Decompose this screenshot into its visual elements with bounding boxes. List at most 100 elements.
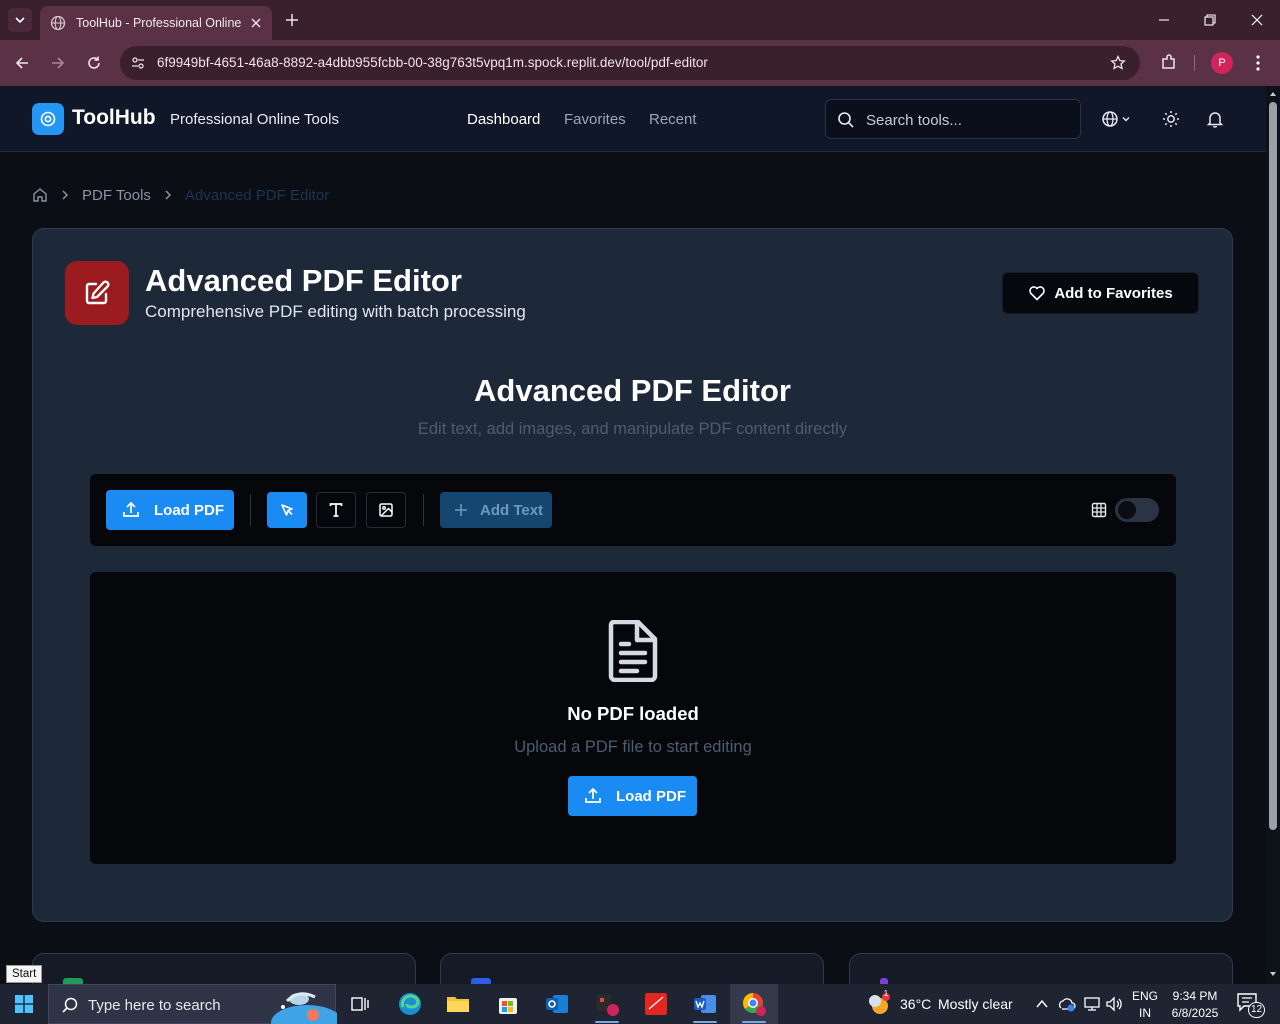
word-app[interactable] [681, 984, 729, 1024]
load-pdf-button[interactable]: Load PDF [106, 490, 234, 530]
tab-title: ToolHub - Professional Online T [76, 16, 242, 30]
edge-app[interactable] [386, 984, 434, 1024]
globe-icon [1102, 111, 1118, 127]
reload-button[interactable] [82, 51, 106, 75]
upload-icon [584, 787, 602, 805]
tool-title: Advanced PDF Editor [145, 263, 462, 298]
extensions-button[interactable] [1158, 51, 1180, 73]
grid-toggle[interactable] [1115, 498, 1159, 522]
browser-menu-button[interactable] [1248, 52, 1268, 74]
onedrive-icon[interactable] [1058, 995, 1076, 1013]
nav-favorites[interactable]: Favorites [564, 111, 626, 128]
start-button[interactable] [0, 984, 48, 1024]
forward-button[interactable] [46, 51, 70, 75]
back-button[interactable] [10, 51, 34, 75]
pinned-app[interactable] [583, 984, 631, 1024]
favorites-label: Add to Favorites [1054, 284, 1173, 302]
new-tab-button[interactable] [282, 10, 302, 30]
restore-icon [1204, 14, 1216, 26]
running-indicator [742, 1021, 766, 1023]
search-input[interactable] [866, 109, 1071, 131]
empty-state-title: No PDF loaded [567, 703, 699, 724]
related-tool-card[interactable] [32, 953, 416, 984]
add-text-button[interactable]: Add Text [440, 492, 552, 528]
store-app[interactable] [484, 984, 532, 1024]
network-icon[interactable] [1083, 995, 1101, 1013]
add-to-favorites-button[interactable]: Add to Favorites [1002, 272, 1199, 314]
taskbar-search-placeholder: Type here to search [88, 997, 221, 1014]
site-info-icon[interactable] [128, 53, 148, 73]
chrome-app[interactable] [730, 984, 778, 1024]
upload-icon [122, 501, 140, 519]
restore-button[interactable] [1187, 0, 1233, 40]
language-button[interactable] [1100, 107, 1132, 131]
chevron-up-icon[interactable] [1035, 998, 1049, 1010]
scrollbar-thumb[interactable] [1269, 102, 1277, 830]
more-vertical-icon [1256, 55, 1260, 71]
image-tool-button[interactable] [366, 492, 406, 528]
add-text-label: Add Text [480, 501, 544, 519]
taskbar-search[interactable]: Type here to search [48, 984, 337, 1024]
app-header: ToolHub Professional Online Tools Dashbo… [0, 86, 1266, 152]
pdf-app[interactable] [632, 984, 680, 1024]
close-icon[interactable] [248, 15, 264, 31]
related-tool-card[interactable] [849, 953, 1233, 984]
notifications-button[interactable] [1204, 107, 1226, 131]
load-pdf-label: Load PDF [616, 787, 686, 805]
nav-dashboard[interactable]: Dashboard [467, 111, 540, 128]
edit-icon [65, 261, 129, 325]
outlook-app[interactable] [533, 984, 581, 1024]
text-tool-button[interactable] [316, 492, 356, 528]
address-bar[interactable]: 6f9949bf-4651-46a8-8892-a4dbb955fcbb-00-… [120, 46, 1140, 80]
chevron-right-icon [58, 188, 72, 202]
browser-tab[interactable]: ToolHub - Professional Online T [40, 6, 272, 40]
clock-date[interactable]: 6/8/2025 [1166, 1005, 1224, 1021]
search-field[interactable] [825, 99, 1081, 139]
notification-center-button[interactable]: 12 [1236, 992, 1266, 1018]
plus-icon [454, 503, 468, 517]
chevron-down-icon [15, 17, 25, 24]
image-icon [379, 503, 393, 517]
close-window-button[interactable] [1234, 0, 1280, 40]
editor-subtitle: Edit text, add images, and manipulate PD… [417, 420, 848, 438]
toolhub-logo-icon[interactable] [32, 103, 64, 135]
scroll-down-icon[interactable] [1269, 970, 1277, 978]
minimize-button[interactable] [1141, 0, 1187, 40]
breadcrumb-pdf-tools[interactable]: PDF Tools [82, 187, 151, 204]
related-tool-card[interactable] [440, 953, 824, 984]
scroll-up-icon[interactable] [1269, 90, 1277, 98]
logo-text[interactable]: ToolHub [72, 106, 156, 130]
outlook-icon [546, 995, 568, 1013]
load-pdf-button-empty-state[interactable]: Load PDF [568, 776, 697, 816]
tool-card: Advanced PDF Editor Comprehensive PDF ed… [32, 228, 1233, 922]
main-content: PDF Tools Advanced PDF Editor Advanced P… [0, 152, 1266, 984]
language-region[interactable]: IN [1130, 1005, 1160, 1021]
home-icon[interactable] [32, 187, 48, 203]
nav-recent[interactable]: Recent [649, 111, 697, 128]
select-tool-button[interactable] [267, 492, 307, 528]
app-icon [597, 995, 619, 1016]
weather-desc[interactable]: Mostly clear [938, 996, 1013, 1012]
language-code[interactable]: ENG [1130, 988, 1160, 1004]
word-icon [694, 995, 716, 1013]
tab-search-button[interactable] [8, 8, 32, 32]
logo-subtitle: Professional Online Tools [170, 111, 339, 128]
volume-icon[interactable] [1105, 995, 1123, 1013]
task-view-button[interactable] [336, 984, 384, 1024]
toolbar-divider [423, 494, 424, 526]
profile-avatar[interactable]: P [1211, 52, 1233, 74]
chevron-right-icon [161, 188, 175, 202]
globe-icon [50, 15, 66, 31]
file-explorer-app[interactable] [434, 984, 482, 1024]
bookmark-star-icon[interactable] [1108, 53, 1128, 73]
weather-temp[interactable]: 36°C [900, 996, 931, 1012]
theme-toggle-button[interactable] [1160, 107, 1182, 131]
clock-time[interactable]: 9:34 PM [1166, 988, 1224, 1004]
breadcrumb: PDF Tools Advanced PDF Editor [32, 186, 329, 204]
type-icon [329, 503, 343, 517]
url-text: 6f9949bf-4651-46a8-8892-a4dbb955fcbb-00-… [157, 55, 708, 70]
store-icon [499, 998, 517, 1014]
page-scrollbar[interactable] [1266, 86, 1280, 984]
running-indicator [595, 1021, 619, 1023]
puzzle-icon [1162, 54, 1175, 69]
